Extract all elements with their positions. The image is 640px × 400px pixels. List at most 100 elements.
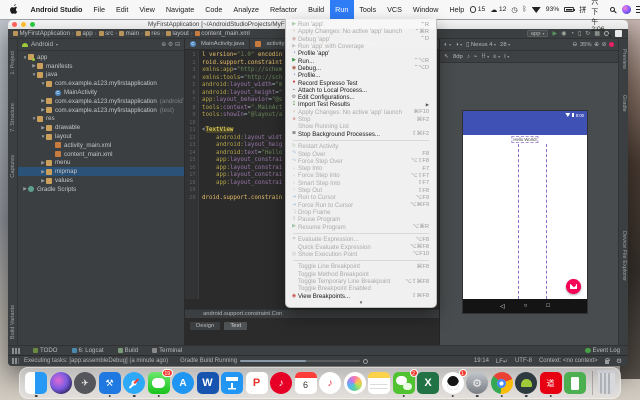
dock-icon-androidstudio[interactable] — [515, 372, 537, 394]
run-menu-item-resume-program[interactable]: ▶Resume Program⌥⌘R — [286, 223, 436, 230]
run-menu-item-force-step-over[interactable]: ↷Force Step Over⌥⇧F8 — [286, 158, 436, 165]
dock-icon-sysprefs[interactable]: ⚙ — [466, 372, 488, 394]
dock-icon-siri[interactable] — [50, 372, 72, 394]
tool-windows-icon[interactable] — [12, 348, 20, 354]
qq-icon[interactable]: 15 — [470, 6, 486, 13]
tree-item-res[interactable]: ▼res — [18, 115, 184, 124]
run-menu-item-drop-frame[interactable]: ⤵Drop Frame — [286, 209, 436, 216]
api-selector[interactable]: 28 ▾ — [500, 42, 510, 48]
minimize-window-button[interactable] — [21, 22, 26, 27]
run-menu-item-profile-app[interactable]: ◔Profile 'app' — [286, 50, 436, 57]
run-menu-item-profile[interactable]: ◔Profile... — [286, 72, 436, 79]
tool-window-terminal[interactable]: Terminal — [145, 346, 189, 355]
dock-icon-notes[interactable] — [368, 372, 390, 394]
breadcrumb-src[interactable]: src — [99, 30, 114, 37]
preview-fab-button[interactable] — [566, 279, 581, 294]
mode-tab-design[interactable]: Design — [189, 321, 221, 331]
tree-item-layout[interactable]: ▼layout — [18, 132, 184, 141]
breadcrumb-res[interactable]: res — [145, 30, 160, 37]
stop-progress-icon[interactable] — [363, 359, 368, 364]
tool-window-build[interactable]: Build — [111, 346, 146, 355]
menu-analyze[interactable]: Analyze — [228, 0, 265, 19]
dock-icon-chrome[interactable] — [491, 372, 513, 394]
line-ending-label[interactable]: LF↵ — [496, 358, 508, 365]
run-menu-item-force-run-to-cursor[interactable]: ⇥Force Run to Cursor⌥⌘F9 — [286, 202, 436, 209]
run-menu-item-step-over[interactable]: ↷Step OverF8 — [286, 150, 436, 157]
run-menu-item-debug[interactable]: ◉Debug...⌃⌥D — [286, 65, 436, 72]
run-menu-item-stop[interactable]: ■Stop⌘F2 — [286, 116, 436, 123]
tree-item-app[interactable]: ▼app — [18, 53, 184, 62]
tab-mainactivity-java[interactable]: CMainActivity.java — [185, 39, 250, 49]
wifi-icon[interactable] — [532, 6, 541, 13]
spotlight-icon[interactable] — [610, 7, 617, 12]
menu-code[interactable]: Code — [200, 0, 228, 19]
dock-icon-finder[interactable] — [25, 372, 47, 394]
run-menu-item-attach-to-local-process[interactable]: ⌁Attach to Local Process... — [286, 87, 436, 94]
zoom-fit-icon[interactable]: ⊘ — [602, 42, 607, 48]
menu-help[interactable]: Help — [444, 0, 470, 19]
breadcrumb-layout[interactable]: layout — [166, 30, 189, 37]
run-menu-item-evaluate-expression[interactable]: ⌗Evaluate Expression...⌥F8 — [286, 236, 436, 243]
menu-view[interactable]: View — [134, 0, 160, 19]
run-menu-item-toggle-method-breakpoint[interactable]: Toggle Method Breakpoint — [286, 271, 436, 278]
run-menu-item-import-test-results[interactable]: ↧Import Test Results▶ — [286, 101, 436, 108]
tool-button-7-structure[interactable]: 7: Structure — [10, 103, 16, 132]
tool-window-switcher-icon[interactable] — [12, 358, 19, 364]
lock-icon[interactable] — [605, 360, 610, 364]
dock-icon-qq[interactable]: 1 — [442, 372, 464, 394]
dock-icon-greenapp[interactable] — [564, 372, 586, 394]
dock-icon-netease[interactable]: ♪ — [270, 372, 292, 394]
menu-edit[interactable]: Edit — [111, 0, 134, 19]
tree-item-mipmap[interactable]: ▶mipmap — [18, 167, 184, 176]
dock-icon-launchpad[interactable]: ✈ — [74, 372, 96, 394]
menu-android-studio[interactable]: Android Studio — [25, 0, 88, 19]
autoconnect-icon[interactable]: ⌁ — [474, 54, 478, 60]
magnet-icon[interactable]: ♪ — [467, 54, 470, 60]
gear-icon[interactable]: ⚙ — [616, 357, 622, 365]
run-menu-item-view-breakpoints[interactable]: ◉View Breakpoints...⇧⌘F8 — [286, 293, 436, 300]
run-menu-item-run-app-with-coverage[interactable]: ▶Run 'app' with Coverage — [286, 43, 436, 50]
dock-icon-calendar[interactable]: 6 — [295, 372, 317, 394]
timemachine-icon[interactable]: ◷ — [511, 6, 517, 14]
run-menu-item-run-app[interactable]: ▶Run 'app'⌃R — [286, 21, 436, 28]
encoding-label[interactable]: UTF-8 — [515, 358, 532, 364]
dock-icon-messages[interactable]: 19 — [148, 372, 170, 394]
dock-icon-excel[interactable]: X — [417, 372, 439, 394]
siri-icon[interactable] — [622, 5, 631, 14]
tree-item-content-main-xml[interactable]: content_main.xml — [18, 150, 184, 159]
run-menu-item-edit-configurations[interactable]: ⚙Edit Configurations... — [286, 94, 436, 101]
dock-icon-youdao[interactable]: 道 — [540, 372, 562, 394]
tool-button-device-file-explorer[interactable]: Device File Explorer — [621, 231, 627, 281]
run-menu-item-stop-background-processes[interactable]: ◙Stop Background Processes...⇧⌘F2 — [286, 130, 436, 137]
battery-icon[interactable] — [564, 7, 574, 13]
run-menu-item-restart-activity[interactable]: ↻Restart Activity — [286, 143, 436, 150]
menu-tools[interactable]: Tools — [354, 0, 382, 19]
run-menu-item-step-into[interactable]: ↓Step IntoF7 — [286, 165, 436, 172]
dock-icon-word[interactable]: W — [197, 372, 219, 394]
dock-icon-photos[interactable] — [344, 372, 366, 394]
tree-item-mainactivity[interactable]: CMainActivity — [18, 88, 184, 97]
dock-icon-p-app[interactable]: P — [246, 372, 268, 394]
caret-position-label[interactable]: 19:14 — [474, 358, 489, 364]
run-menu-item-debug-app[interactable]: ◉Debug 'app'⌃D — [286, 36, 436, 43]
dock-icon-wechat[interactable]: 2 — [393, 372, 415, 394]
tool-button-preview[interactable]: Preview — [621, 49, 627, 69]
apple-menu[interactable] — [0, 4, 25, 15]
zoom-in-icon[interactable]: ⊕ — [594, 42, 599, 48]
project-panel-actions[interactable]: ⊕ ⚙ ⊟ — [161, 41, 180, 48]
mode-tab-text[interactable]: Text — [223, 321, 248, 331]
breadcrumb-content-main-xml[interactable]: content_main.xml — [195, 30, 250, 37]
pointer-icon[interactable]: ↖ — [444, 54, 449, 60]
dock-icon-appstore[interactable]: A — [172, 372, 194, 394]
tree-item-values[interactable]: ▶values — [18, 176, 184, 185]
tree-item-com-example-a123-myfirstapplication-test[interactable]: ▶com.example.a123.myfirstapplication(tes… — [18, 106, 184, 115]
tool-button-build-variants[interactable]: Build Variants — [10, 305, 16, 339]
dock-icon-keynote[interactable] — [221, 372, 243, 394]
project-view-header[interactable]: Android ▾ ⊕ ⚙ ⊟ — [18, 39, 184, 51]
run-menu-item-toggle-temporary-line-breakpoint[interactable]: Toggle Temporary Line Breakpoint⌥⇧⌘F8 — [286, 278, 436, 285]
tree-item-java[interactable]: ▼java — [18, 71, 184, 80]
event-log-button[interactable]: Event Log — [585, 347, 628, 354]
dock-icon-safari[interactable] — [123, 372, 145, 394]
guidelines-menu[interactable]: ⠿▾ — [481, 54, 489, 60]
run-menu-item-step-out[interactable]: ↑Step Out⇧F8 — [286, 187, 436, 194]
